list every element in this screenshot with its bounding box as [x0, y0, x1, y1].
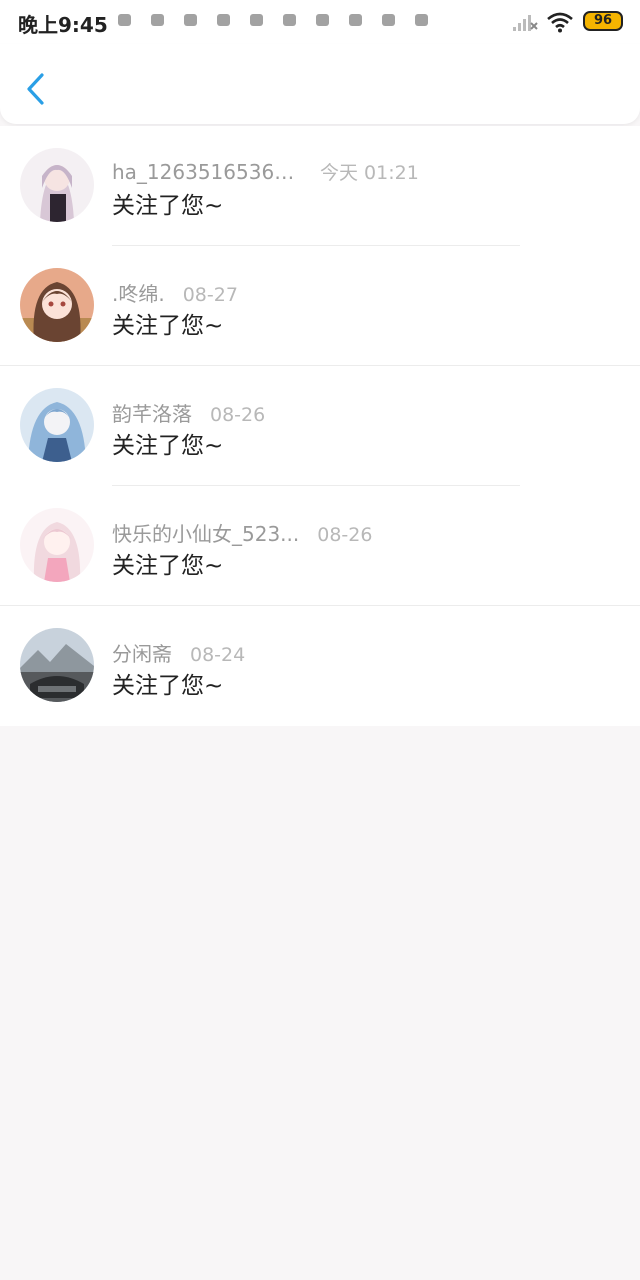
- notification-header: 分闲斋 08-24: [112, 638, 245, 667]
- timestamp: 今天 01:21: [320, 162, 419, 184]
- app-notification-icon: [151, 14, 164, 26]
- username[interactable]: .咚绵.: [112, 278, 165, 307]
- avatar[interactable]: [20, 508, 94, 582]
- follow-notification-list: ha_126351653624... 今天 01:21 关注了您~ .咚绵. 0…: [0, 126, 640, 726]
- list-item[interactable]: 韵芊洛落 08-26 关注了您~: [0, 366, 640, 486]
- chevron-left-icon: [27, 73, 44, 105]
- username[interactable]: 韵芊洛落: [112, 398, 192, 427]
- notification-header: 快乐的小仙女_523... 08-26: [112, 518, 372, 547]
- notification-message: 关注了您~: [112, 193, 224, 219]
- timestamp: 08-26: [210, 404, 266, 426]
- app-notification-icon: [382, 14, 395, 26]
- app-notification-icon: [283, 14, 296, 26]
- status-bar: 晚上9:45 96: [0, 0, 640, 44]
- avatar[interactable]: [20, 628, 94, 702]
- username[interactable]: 分闲斋: [112, 638, 172, 667]
- notification-icons: [118, 14, 428, 30]
- app-notification-icon: [217, 14, 230, 26]
- cell-signal-icon: [513, 15, 538, 31]
- notification-message: 关注了您~: [112, 553, 224, 579]
- username[interactable]: ha_126351653624...: [112, 160, 302, 184]
- timestamp: 08-27: [182, 284, 238, 306]
- status-time: 晚上9:45: [18, 13, 108, 37]
- list-item[interactable]: 分闲斋 08-24 关注了您~: [0, 606, 640, 726]
- list-item[interactable]: .咚绵. 08-27 关注了您~: [0, 246, 640, 366]
- notification-message: 关注了您~: [112, 433, 224, 459]
- top-app-bar: [0, 44, 640, 124]
- list-item[interactable]: ha_126351653624... 今天 01:21 关注了您~: [0, 126, 640, 246]
- timestamp: 08-24: [190, 644, 246, 666]
- notification-header: ha_126351653624... 今天 01:21: [112, 158, 419, 185]
- notification-header: .咚绵. 08-27: [112, 278, 238, 307]
- back-button[interactable]: [18, 70, 52, 108]
- app-notification-icon: [250, 14, 263, 26]
- username[interactable]: 快乐的小仙女_523...: [112, 518, 299, 547]
- app-notification-icon: [118, 14, 131, 26]
- avatar[interactable]: [20, 268, 94, 342]
- app-notification-icon: [349, 14, 362, 26]
- notification-message: 关注了您~: [112, 313, 224, 339]
- app-notification-icon: [316, 14, 329, 26]
- timestamp: 08-26: [317, 524, 373, 546]
- app-notification-icon: [415, 14, 428, 26]
- wifi-icon: [547, 12, 573, 33]
- avatar[interactable]: [20, 388, 94, 462]
- battery-indicator: 96: [583, 11, 623, 31]
- notification-header: 韵芊洛落 08-26: [112, 398, 265, 427]
- app-notification-icon: [184, 14, 197, 26]
- avatar[interactable]: [20, 148, 94, 222]
- list-item[interactable]: 快乐的小仙女_523... 08-26 关注了您~: [0, 486, 640, 606]
- notification-message: 关注了您~: [112, 673, 224, 699]
